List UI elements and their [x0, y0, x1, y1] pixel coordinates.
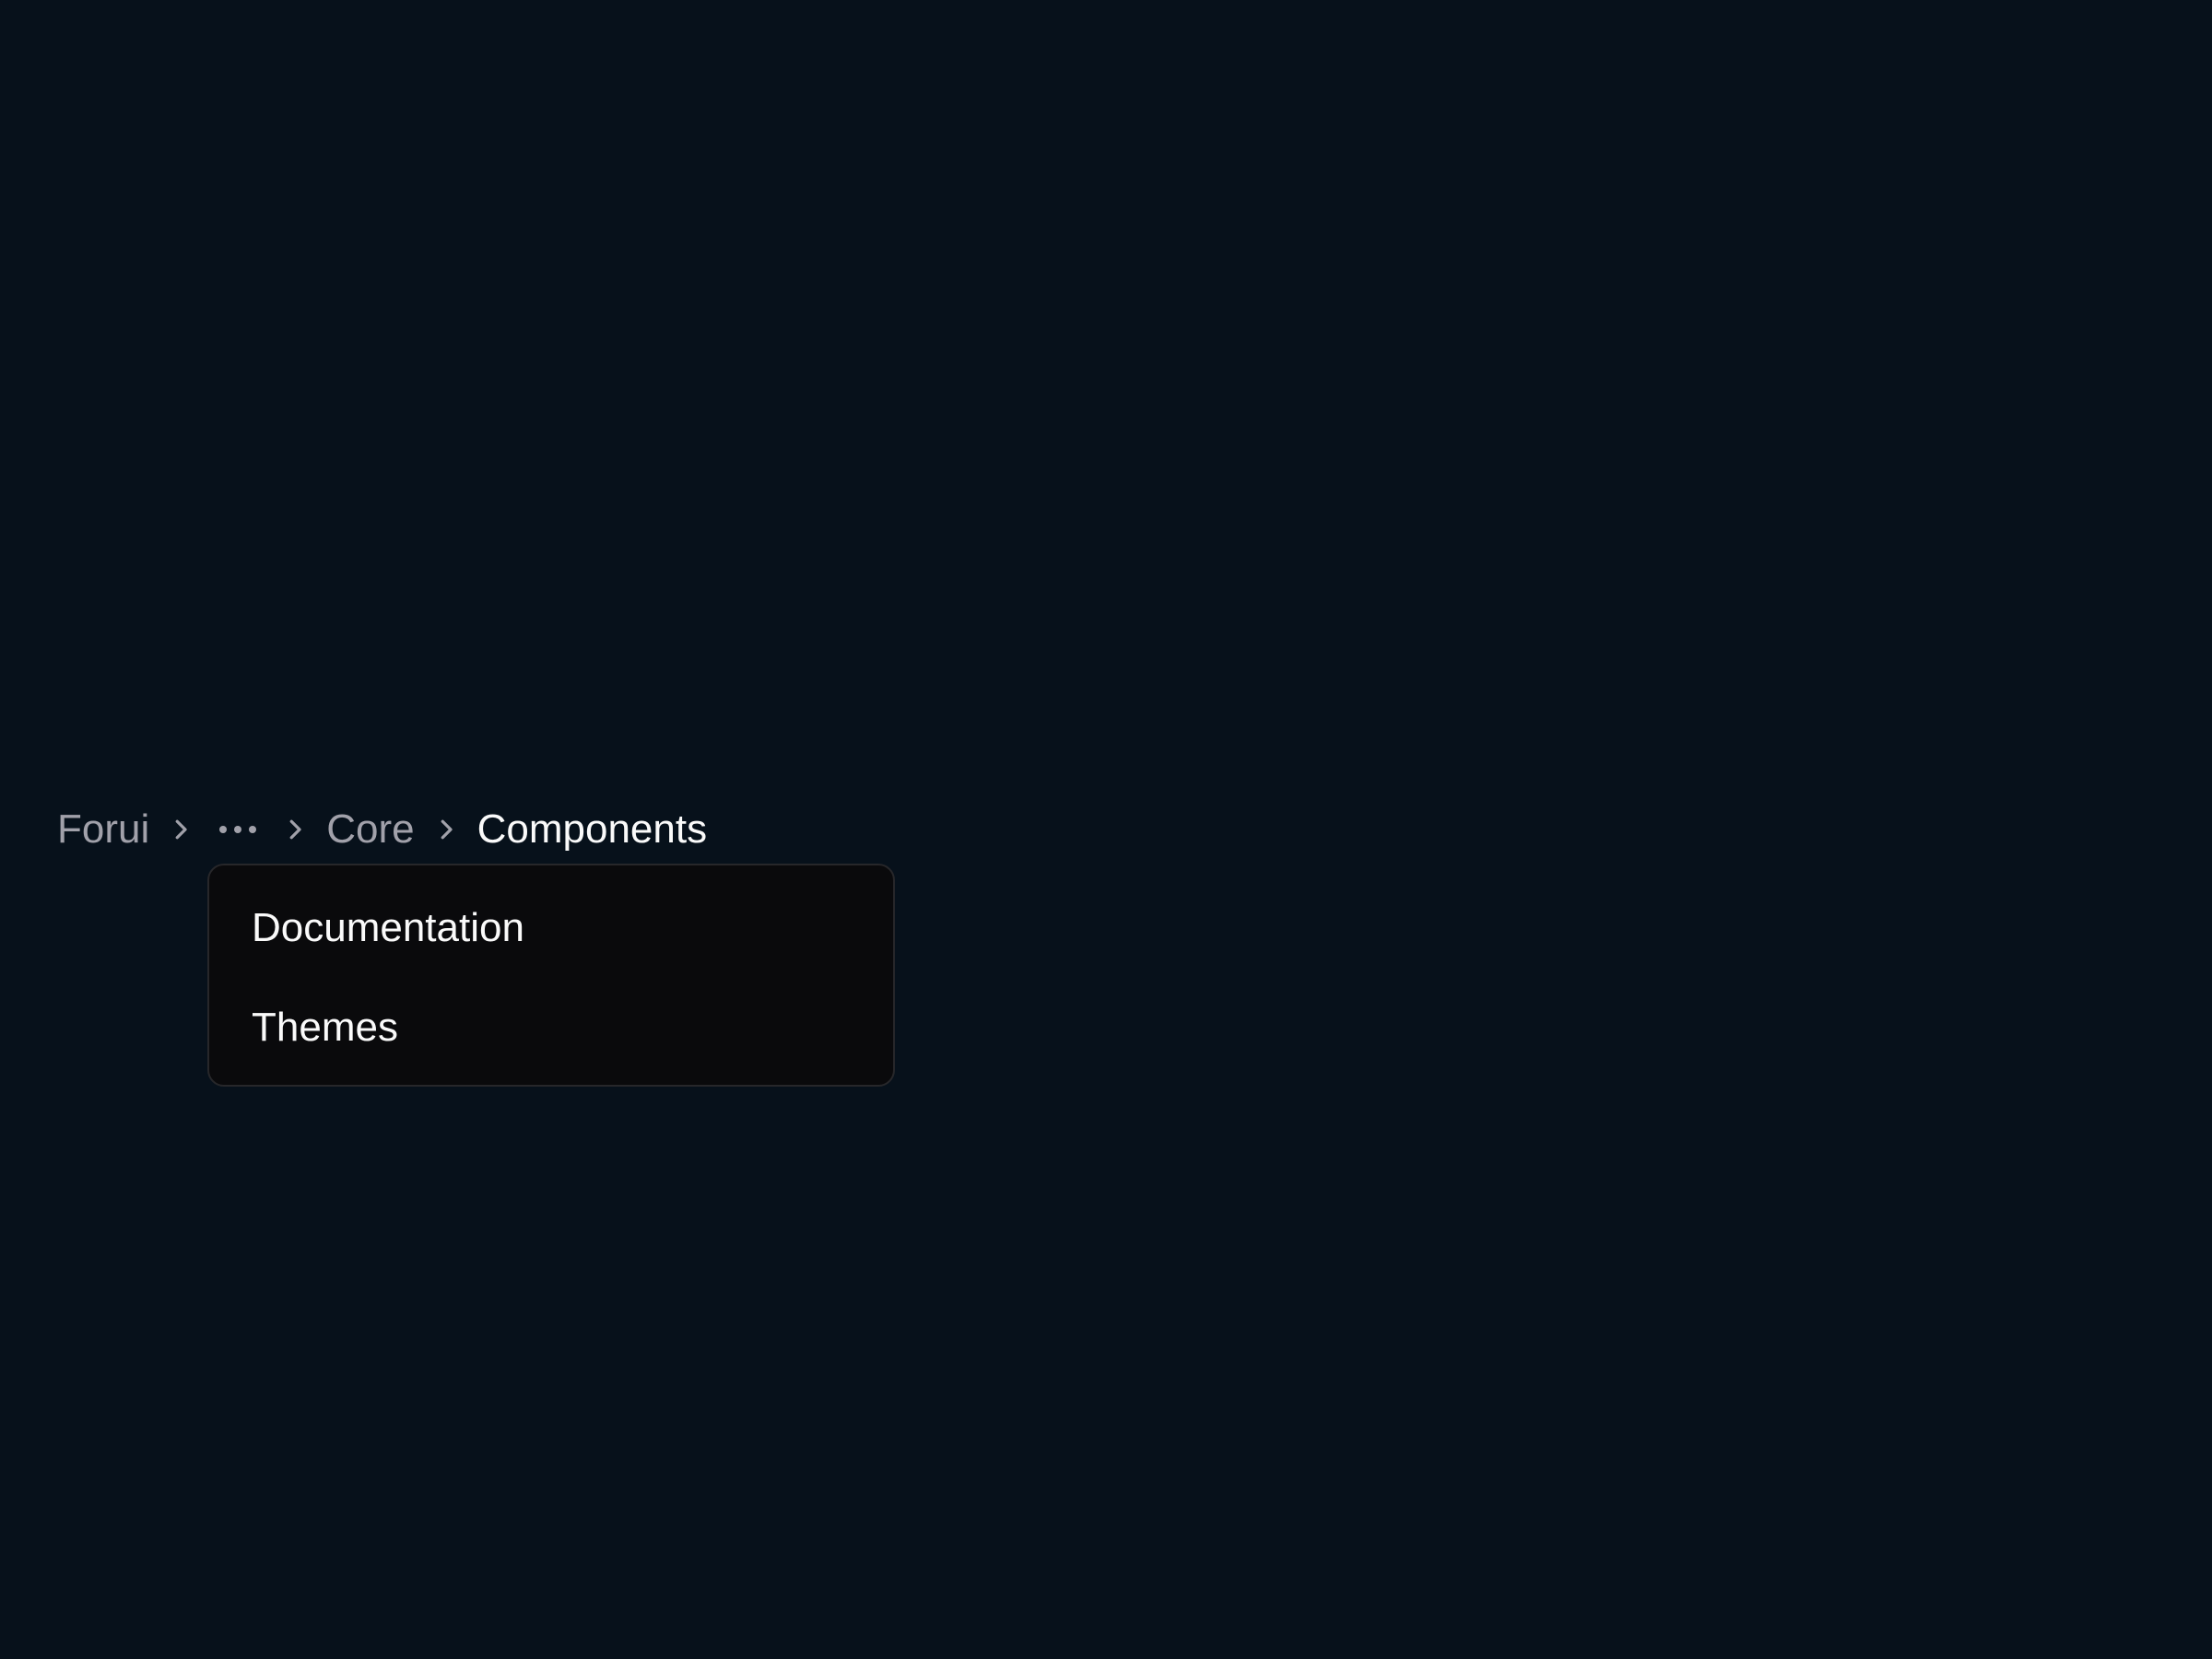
ellipsis-icon — [219, 826, 257, 833]
breadcrumb-collapsed-ellipsis-button[interactable] — [214, 800, 262, 859]
page: Forui Core Components Documentation Them… — [0, 0, 2212, 1659]
menu-item-documentation[interactable]: Documentation — [209, 878, 893, 978]
chevron-right-icon — [276, 800, 313, 859]
menu-item-themes[interactable]: Themes — [209, 978, 893, 1077]
breadcrumb-item-forui[interactable]: Forui — [57, 800, 149, 859]
breadcrumb: Forui Core Components — [57, 800, 707, 859]
collapsed-breadcrumb-menu: Documentation Themes — [207, 864, 895, 1087]
breadcrumb-item-components-current: Components — [477, 806, 708, 852]
breadcrumb-item-core[interactable]: Core — [326, 800, 414, 859]
chevron-right-icon — [162, 800, 199, 859]
chevron-right-icon — [428, 800, 465, 859]
